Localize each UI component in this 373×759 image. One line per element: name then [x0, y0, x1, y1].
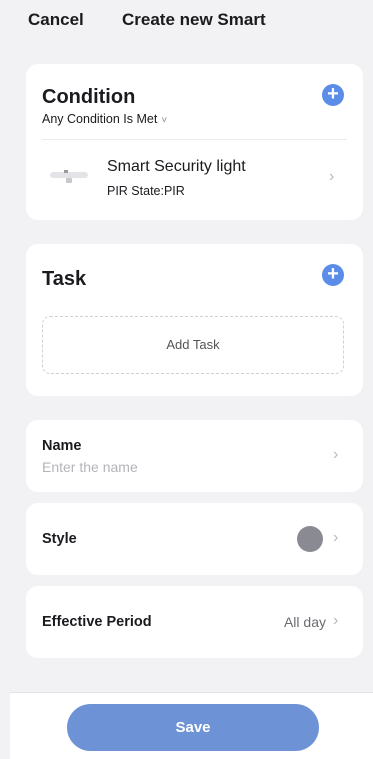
chevron-right-icon: ›	[333, 529, 339, 546]
bottom-bar: Save	[10, 692, 373, 759]
plus-icon: +	[327, 83, 339, 105]
add-task-button[interactable]: Add Task	[42, 316, 344, 374]
effective-period-label: Effective Period	[42, 614, 152, 630]
style-row[interactable]: Style ›	[26, 503, 363, 575]
header: Cancel Create new Smart	[0, 0, 373, 44]
condition-item[interactable]: Smart Security light PIR State:PIR ›	[26, 144, 363, 214]
condition-card: Condition + Any Condition Is Met ˅ Smart …	[26, 64, 363, 220]
device-state: PIR State:PIR	[107, 184, 185, 198]
chevron-right-icon: ›	[329, 168, 335, 185]
chevron-right-icon: ›	[333, 446, 339, 463]
page-title: Create new Smart	[122, 10, 266, 29]
task-title: Task	[42, 268, 87, 290]
add-condition-button[interactable]: +	[322, 84, 344, 106]
condition-match-dropdown[interactable]: Any Condition Is Met ˅	[42, 112, 167, 126]
effective-period-value: All day	[283, 614, 326, 630]
effective-period-row[interactable]: Effective Period All day ›	[26, 586, 363, 658]
add-task-plus-button[interactable]: +	[322, 264, 344, 286]
divider	[42, 139, 347, 140]
plus-icon: +	[327, 263, 339, 285]
chevron-down-icon: ˅	[161, 115, 168, 126]
name-field[interactable]: Enter the name	[42, 459, 138, 475]
device-name: Smart Security light	[107, 158, 246, 175]
cancel-button[interactable]: Cancel	[28, 10, 84, 30]
name-label: Name	[42, 438, 82, 454]
condition-title: Condition	[42, 86, 136, 108]
style-label: Style	[42, 531, 77, 547]
name-row[interactable]: Name Enter the name ›	[26, 420, 363, 492]
light-fixture-icon	[50, 170, 88, 183]
task-card: Task + Add Task	[26, 244, 363, 396]
condition-match-label: Any Condition Is Met	[42, 112, 158, 126]
save-button[interactable]: Save	[67, 704, 319, 751]
style-color-swatch	[297, 526, 323, 552]
chevron-right-icon: ›	[333, 612, 339, 629]
